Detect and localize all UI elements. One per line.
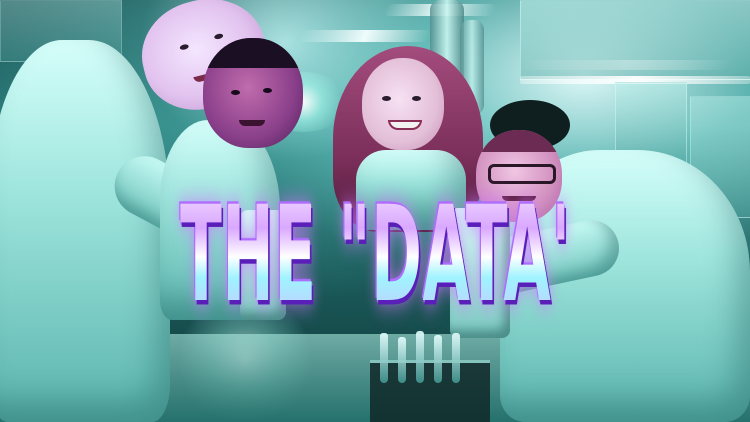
lab-coat [0,40,170,422]
face-cutout [362,58,444,150]
title-text: THE "DATA" LAB [180,176,741,332]
lab-scene: THE "DATA" LAB [0,0,750,422]
test-tube-rack [370,331,490,422]
ceiling-light [297,30,433,42]
face-cutout [203,38,303,148]
wall-cabinet [520,0,750,80]
